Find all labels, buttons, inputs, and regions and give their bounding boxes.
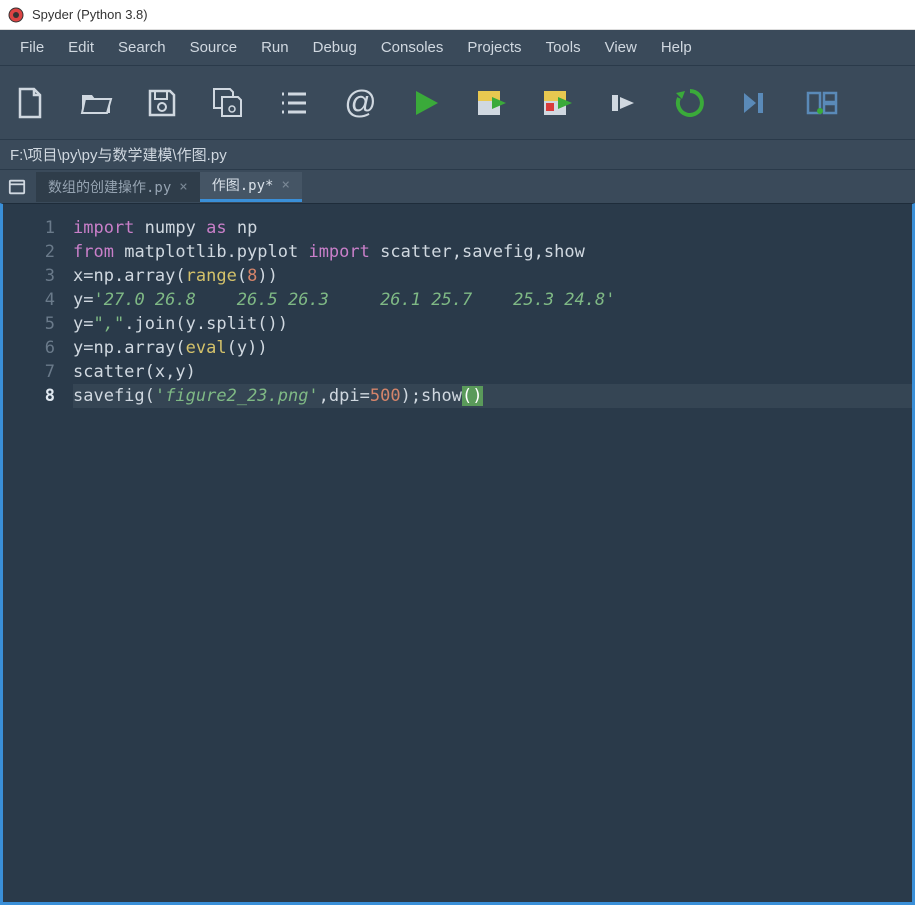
titlebar: Spyder (Python 3.8): [0, 0, 915, 30]
line-number: 5: [3, 312, 55, 336]
run-cell-icon[interactable]: [472, 83, 512, 123]
debug-step-icon[interactable]: [604, 83, 644, 123]
menu-view[interactable]: View: [595, 33, 647, 62]
tab-inactive[interactable]: 数组的创建操作.py ×: [36, 172, 200, 202]
run-icon[interactable]: [406, 83, 446, 123]
tab-active[interactable]: 作图.py* ×: [200, 172, 302, 202]
menu-edit[interactable]: Edit: [58, 33, 104, 62]
menu-run[interactable]: Run: [251, 33, 299, 62]
layout-icon[interactable]: [802, 83, 842, 123]
tab-close-icon[interactable]: ×: [179, 179, 187, 195]
menu-search[interactable]: Search: [108, 33, 176, 62]
code-area[interactable]: import numpy as np from matplotlib.pyplo…: [73, 204, 912, 902]
run-cell-next-icon[interactable]: [538, 83, 578, 123]
toolbar: @: [0, 65, 915, 139]
window-title: Spyder (Python 3.8): [32, 7, 148, 22]
reload-icon[interactable]: [670, 83, 710, 123]
open-folder-icon[interactable]: [76, 83, 116, 123]
menu-source[interactable]: Source: [180, 33, 248, 62]
tab-close-icon[interactable]: ×: [281, 177, 289, 193]
line-number: 2: [3, 240, 55, 264]
line-number: 6: [3, 336, 55, 360]
line-number: 8: [3, 384, 55, 408]
code-line: from matplotlib.pyplot import scatter,sa…: [73, 240, 912, 264]
line-number: 7: [3, 360, 55, 384]
svg-text:@: @: [344, 85, 376, 120]
menu-help[interactable]: Help: [651, 33, 702, 62]
menu-file[interactable]: File: [10, 33, 54, 62]
spyder-logo-icon: [8, 7, 24, 23]
menu-projects[interactable]: Projects: [457, 33, 531, 62]
code-editor[interactable]: 1 2 3 4 5 6 7 8 import numpy as np from …: [0, 203, 915, 905]
menu-debug[interactable]: Debug: [303, 33, 367, 62]
tab-label: 数组的创建操作.py: [48, 177, 171, 197]
line-number: 4: [3, 288, 55, 312]
list-icon[interactable]: [274, 83, 314, 123]
filepath-bar: F:\项目\py\py与数学建模\作图.py: [0, 139, 915, 169]
code-line: y=",".join(y.split()): [73, 312, 912, 336]
code-line: y='27.0 26.8 26.5 26.3 26.1 25.7 25.3 24…: [73, 288, 912, 312]
code-line: x=np.array(range(8)): [73, 264, 912, 288]
save-all-icon[interactable]: [208, 83, 248, 123]
menu-tools[interactable]: Tools: [536, 33, 591, 62]
code-line: savefig('figure2_23.png',dpi=500);show(): [73, 384, 912, 408]
code-line: scatter(x,y): [73, 360, 912, 384]
menubar: File Edit Search Source Run Debug Consol…: [0, 30, 915, 65]
tab-label: 作图.py*: [212, 175, 274, 195]
browse-tabs-icon[interactable]: [4, 174, 30, 200]
line-number: 3: [3, 264, 55, 288]
new-file-icon[interactable]: [10, 83, 50, 123]
save-icon[interactable]: [142, 83, 182, 123]
goto-end-icon[interactable]: [736, 83, 776, 123]
line-gutter: 1 2 3 4 5 6 7 8: [3, 204, 73, 902]
code-line: import numpy as np: [73, 216, 912, 240]
editor-tabbar: 数组的创建操作.py × 作图.py* ×: [0, 169, 915, 203]
at-icon[interactable]: @: [340, 83, 380, 123]
menu-consoles[interactable]: Consoles: [371, 33, 454, 62]
code-line: y=np.array(eval(y)): [73, 336, 912, 360]
filepath-text: F:\项目\py\py与数学建模\作图.py: [10, 144, 227, 165]
line-number: 1: [3, 216, 55, 240]
